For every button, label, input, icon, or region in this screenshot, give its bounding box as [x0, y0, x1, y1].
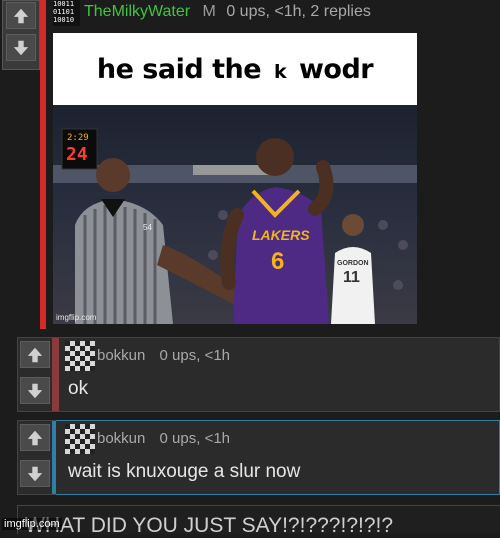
meme-caption-k: k [273, 60, 287, 83]
post-upvote-button[interactable] [6, 2, 36, 29]
arrow-down-icon [13, 40, 29, 55]
comment-meta: 0 ups, <1h [159, 430, 231, 447]
comment-text: ok [68, 378, 89, 399]
meme-caption-panel: he said the k wodr [53, 33, 417, 105]
meme-caption-end: wodr [298, 53, 374, 85]
opponent-name: GORDON [337, 260, 369, 267]
comment-upvote-button[interactable] [20, 424, 50, 451]
reply-text: WHAT DID YOU JUST SAY!?!???!?!?!? [25, 514, 394, 537]
post-username[interactable]: TheMilkyWater [84, 3, 190, 20]
comment-downvote-button[interactable] [20, 377, 50, 404]
meme-image[interactable]: he said the k wodr 2:29 24 LAKERS 6 GORD… [53, 33, 417, 324]
mod-badge: M [202, 3, 216, 20]
meme-caption: he said the [96, 53, 262, 85]
post-meta: 0 ups, <1h, 2 replies [226, 3, 371, 20]
shot-clock-seconds: 24 [66, 144, 88, 165]
post-avatar[interactable]: 10011 01101 10010 [53, 0, 80, 26]
player-number: 6 [271, 248, 285, 275]
comment-text: wait is knuxouge a slur now [68, 461, 301, 482]
comment-downvote-button[interactable] [20, 460, 50, 487]
opponent-number: 11 [343, 269, 360, 286]
checker-avatar-icon[interactable] [65, 424, 95, 454]
shot-clock-time: 2:29 [67, 133, 89, 143]
player-team-text: LAKERS [252, 227, 310, 243]
avatar-binary-line: 10010 [53, 16, 75, 24]
arrow-up-icon [27, 347, 43, 362]
avatar-binary-line: 01101 [53, 8, 75, 16]
meme-watermark: imgflip.com [56, 313, 97, 322]
comment-upvote-button[interactable] [20, 341, 50, 368]
comment-username[interactable]: bokkun [97, 347, 145, 364]
imgflip-watermark: imgflip.com [2, 518, 62, 530]
comment-accent-bar [52, 338, 59, 411]
comment-meta: 0 ups, <1h [159, 347, 231, 364]
meme-photo [53, 105, 417, 324]
ref-number: 54 [143, 223, 152, 232]
arrow-down-icon [27, 383, 43, 398]
arrow-up-icon [27, 430, 43, 445]
checker-avatar-icon[interactable] [65, 341, 95, 371]
post-accent-bar [40, 0, 46, 329]
arrow-up-icon [13, 8, 29, 23]
post-downvote-button[interactable] [6, 34, 36, 61]
avatar-binary-line: 10011 [53, 0, 75, 8]
arrow-down-icon [27, 466, 43, 481]
comment-username[interactable]: bokkun [97, 430, 145, 447]
